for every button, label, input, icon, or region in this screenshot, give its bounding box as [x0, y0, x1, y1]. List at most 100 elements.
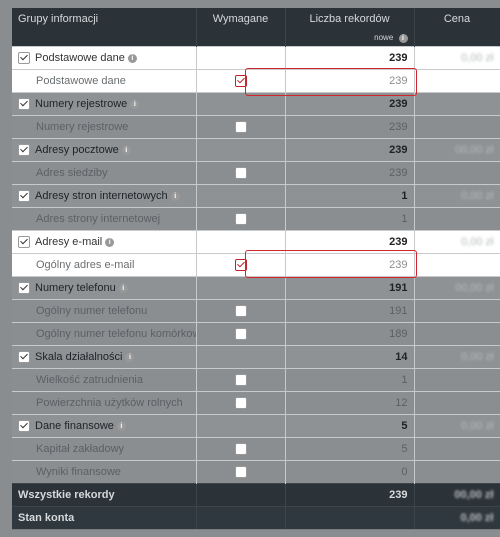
record-count: 239: [285, 69, 415, 93]
column-header-required: Wymagane: [196, 8, 286, 30]
subgroup-label: Ogólny numer telefonu komórkowego: [12, 322, 197, 346]
record-count: 239: [285, 230, 415, 254]
subgroup-row: Adres siedziby 239: [12, 161, 500, 185]
subgroup-label: Ogólny numer telefonu: [12, 299, 197, 323]
information-groups-table: Grupy informacji Wymagane Liczba rekordó…: [12, 8, 500, 529]
info-icon[interactable]: [130, 99, 140, 109]
group-checkbox[interactable]: [18, 236, 30, 249]
subgroup-row: Adres strony internetowej 1: [12, 207, 500, 231]
info-icon[interactable]: [127, 53, 137, 63]
group-row: Dane finansowe 5 0,00 zł: [12, 414, 500, 438]
required-checkbox[interactable]: [234, 121, 247, 134]
group-label: Skala działalności: [35, 350, 123, 363]
subgroup-label: Podstawowe dane: [12, 69, 197, 93]
required-checkbox[interactable]: [234, 75, 247, 88]
required-checkbox[interactable]: [234, 374, 247, 387]
total-count: 239: [285, 483, 415, 507]
subgroup-row: Kapitał zakładowy 5: [12, 437, 500, 461]
subgroup-row: Ogólny numer telefonu komórkowego 189: [12, 322, 500, 346]
record-count: 5: [285, 414, 415, 438]
group-price: 0,00 zł: [461, 420, 494, 432]
group-checkbox[interactable]: [18, 351, 30, 364]
required-checkbox[interactable]: [234, 213, 247, 226]
balance-blank: [285, 506, 415, 529]
subheader-blank: [196, 30, 286, 47]
subheader-blank: [414, 30, 500, 47]
group-row: Skala działalności 14 0,00 zł: [12, 345, 500, 369]
info-icon[interactable]: [125, 352, 135, 362]
required-checkbox[interactable]: [234, 443, 247, 456]
record-count: 239: [285, 253, 415, 277]
info-icon: [398, 33, 408, 43]
info-icon[interactable]: [170, 191, 180, 201]
group-label: Adresy pocztowe: [35, 143, 119, 156]
required-checkbox[interactable]: [234, 305, 247, 318]
group-checkbox[interactable]: [18, 52, 30, 65]
group-row: Adresy stron internetowych 1 0,00 zł: [12, 184, 500, 208]
group-checkbox[interactable]: [18, 420, 30, 433]
info-icon[interactable]: [118, 283, 128, 293]
group-checkbox[interactable]: [18, 190, 30, 203]
balance-value: 0,00 zł: [460, 512, 494, 524]
subheader-blank: [12, 30, 197, 47]
record-count: 239: [285, 46, 415, 70]
group-label: Numery telefonu: [35, 281, 116, 294]
required-checkbox[interactable]: [234, 397, 247, 410]
column-header-records: Liczba rekordów: [285, 8, 415, 30]
record-count: 191: [285, 276, 415, 300]
subgroup-row: Wyniki finansowe 0: [12, 460, 500, 484]
record-count: 14: [285, 345, 415, 369]
subgroup-row: Ogólny adres e-mail 239: [12, 253, 500, 277]
required-checkbox[interactable]: [234, 259, 247, 272]
group-label: Podstawowe dane: [35, 51, 125, 64]
record-count: 12: [285, 391, 415, 415]
info-icon[interactable]: [116, 421, 126, 431]
records-panel: Grupy informacji Wymagane Liczba rekordó…: [12, 8, 500, 530]
group-label: Adresy e-mail: [35, 235, 103, 248]
group-price: 0,00 zł: [461, 351, 494, 363]
balance-label: Stan konta: [12, 506, 197, 529]
group-checkbox[interactable]: [18, 282, 30, 295]
group-row: Podstawowe dane 239 0,00 zł: [12, 46, 500, 70]
subgroup-row: Powierzchnia użytków rolnych 12: [12, 391, 500, 415]
table-body: Podstawowe dane2390,00 złPodstawowe dane…: [12, 46, 500, 484]
group-label: Dane finansowe: [35, 419, 114, 432]
column-header-group: Grupy informacji: [12, 8, 197, 30]
total-label: Wszystkie rekordy: [12, 483, 197, 507]
record-count: 239: [285, 115, 415, 139]
required-checkbox[interactable]: [234, 167, 247, 180]
subgroup-row: Ogólny numer telefonu 191: [12, 299, 500, 323]
group-price: 00,00 zł: [454, 144, 494, 156]
group-price: 00,00 zł: [454, 282, 494, 294]
record-count: 239: [285, 92, 415, 116]
subgroup-row: Wielkość zatrudnienia 1: [12, 368, 500, 392]
record-count: 191: [285, 299, 415, 323]
record-count: 189: [285, 322, 415, 346]
record-count: 1: [285, 184, 415, 208]
record-count: 0: [285, 460, 415, 484]
subgroup-label: Adres strony internetowej: [12, 207, 197, 231]
subgroup-label: Kapitał zakładowy: [12, 437, 197, 461]
subgroup-row: Numery rejestrowe 239: [12, 115, 500, 139]
group-checkbox[interactable]: [18, 144, 30, 157]
info-icon[interactable]: [121, 145, 131, 155]
group-price: 0,00 zł: [461, 236, 494, 248]
group-row: Adresy e-mail 239 0,00 zł: [12, 230, 500, 254]
group-row: Numery telefonu 191 00,00 zł: [12, 276, 500, 300]
group-price: 0,00 zł: [461, 52, 494, 64]
total-blank: [196, 483, 286, 507]
column-header-price: Cena: [414, 8, 500, 30]
total-price: 00,00 zł: [454, 489, 494, 501]
required-checkbox[interactable]: [234, 466, 247, 479]
record-count: 239: [285, 138, 415, 162]
required-checkbox[interactable]: [234, 328, 247, 341]
group-checkbox[interactable]: [18, 98, 30, 111]
subgroup-label: Ogólny adres e-mail: [12, 253, 197, 277]
subgroup-label: Wyniki finansowe: [12, 460, 197, 484]
record-count: 1: [285, 207, 415, 231]
subheader-new-label: nowe: [374, 33, 394, 43]
group-row: Adresy pocztowe 239 00,00 zł: [12, 138, 500, 162]
info-icon[interactable]: [105, 237, 115, 247]
subgroup-label: Powierzchnia użytków rolnych: [12, 391, 197, 415]
record-count: 239: [285, 161, 415, 185]
